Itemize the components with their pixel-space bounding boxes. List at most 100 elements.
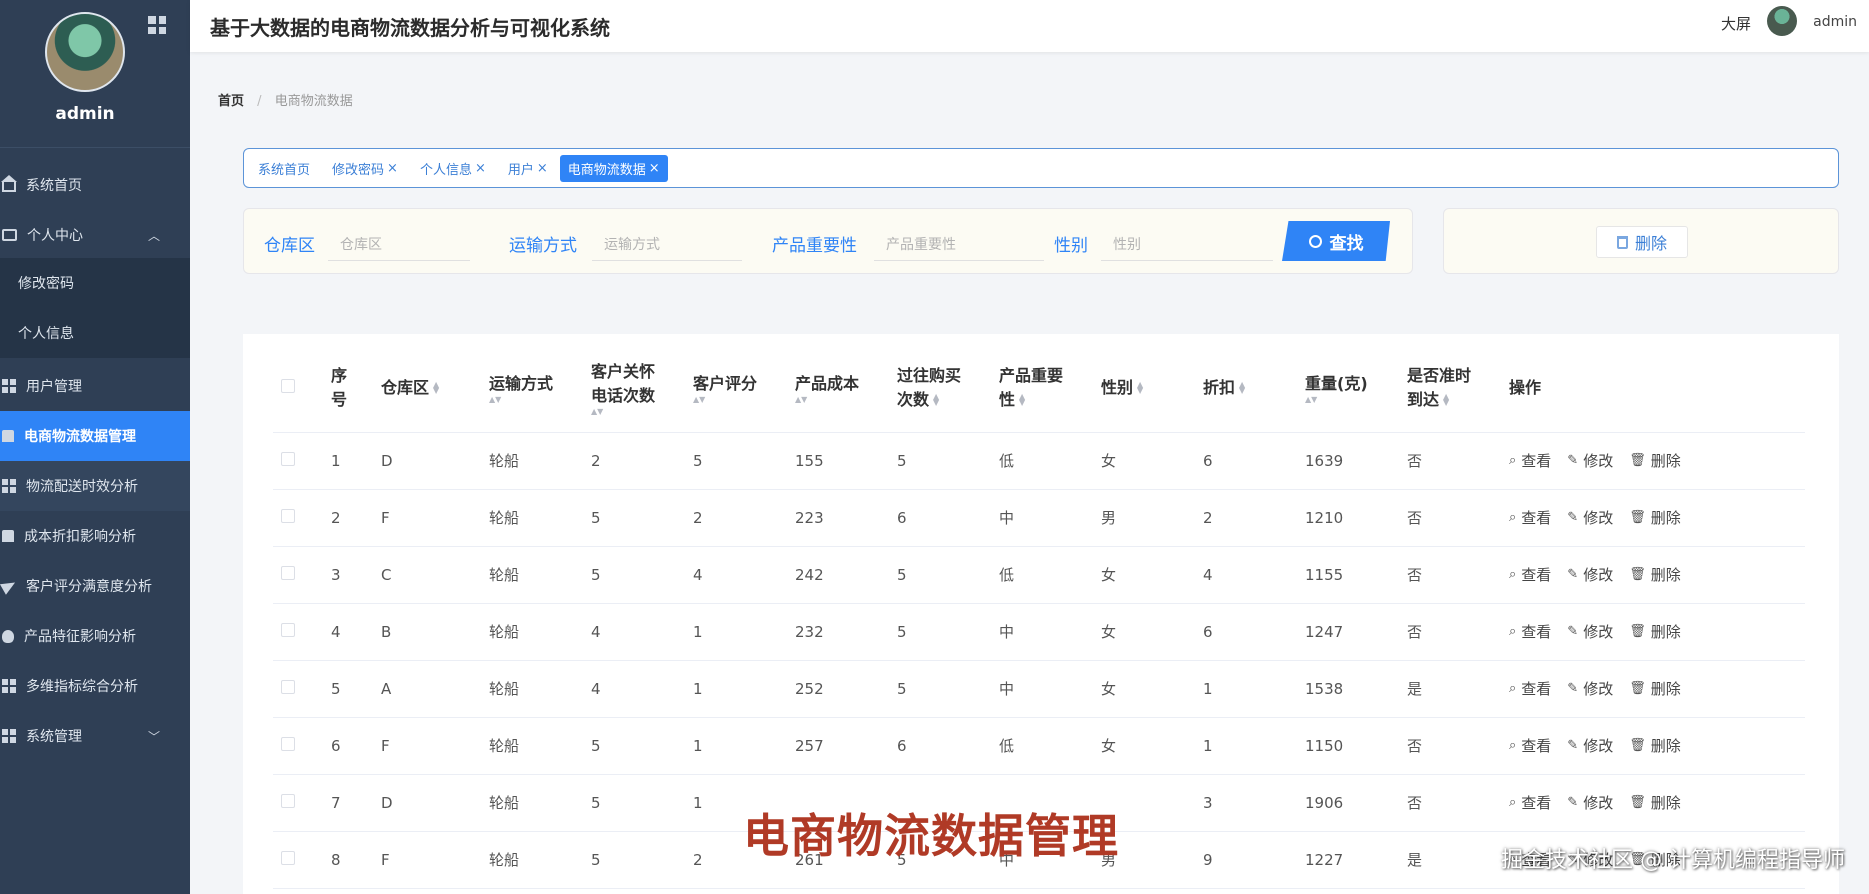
sidebar-item-multi-metrics[interactable]: 多维指标综合分析 [0,661,190,711]
delete-button[interactable]: 🗑 删除 [1629,564,1681,585]
col-discount[interactable]: 折扣 ▲ ▼ [1195,344,1297,433]
table-cell: 5 [583,546,685,604]
edit-button[interactable]: ✎ 修改 [1567,735,1613,756]
view-button[interactable]: ⌕ 查看 [1509,678,1551,699]
sidebar-item-users[interactable]: 用户管理 [0,361,190,411]
sidebar-item-delivery-timeliness[interactable]: 物流配送时效分析 [0,461,190,511]
edit-button[interactable]: ✎ 修改 [1567,792,1613,813]
select-all-header [273,344,323,433]
edit-button[interactable]: ✎ 修改 [1567,507,1613,528]
view-button[interactable]: ⌕ 查看 [1509,450,1551,471]
warehouse-label: 仓库区 [264,236,315,256]
sort-icon[interactable]: ▲▼ [1019,393,1025,407]
table-cell: 1247 [1297,603,1399,661]
col-warehouse[interactable]: 仓库区 ▲ ▼ [373,344,481,433]
close-icon[interactable]: × [387,161,398,176]
sort-icon[interactable]: ▲▼ [1305,395,1391,404]
row-checkbox[interactable] [281,679,295,694]
close-icon[interactable]: × [475,161,486,176]
tag-logistics-data[interactable]: 电商物流数据 × [559,154,668,182]
avatar[interactable] [45,12,125,92]
video-caption: 电商物流数据管理 [743,809,1119,863]
op-label: 查看 [1521,452,1552,470]
sidebar-item-product-features[interactable]: 产品特征影响分析 [0,611,190,661]
sort-icon[interactable]: ▲▼ [1239,381,1245,395]
close-icon[interactable]: × [649,161,660,176]
delete-button[interactable]: 🗑 删除 [1629,792,1681,813]
shipment-input[interactable] [592,229,742,261]
breadcrumb-home[interactable]: 首页 [218,94,244,109]
select-all-checkbox[interactable] [281,378,295,393]
delete-button[interactable]: 🗑 删除 [1629,621,1681,642]
edit-button[interactable]: ✎ 修改 [1567,621,1613,642]
sort-icon[interactable]: ▲▼ [1137,381,1143,395]
col-on-time[interactable]: 是否准时 到达 ▲ ▼ [1399,344,1501,433]
search-button-label: 查找 [1329,233,1364,253]
row-checkbox[interactable] [281,850,295,865]
sort-icon[interactable]: ▲▼ [489,395,575,404]
header-username[interactable]: admin [1813,14,1857,30]
col-shipment[interactable]: 运输方式 ▲▼ [481,344,583,433]
row-checkbox[interactable] [281,508,295,523]
search-icon: ⌕ [1509,567,1517,582]
edit-button[interactable]: ✎ 修改 [1567,564,1613,585]
delete-button[interactable]: 🗑 删除 [1629,507,1681,528]
col-cost[interactable]: 产品成本 ▲▼ [787,344,889,433]
sidebar-item-label: 修改密码 [18,276,74,292]
view-button[interactable]: ⌕ 查看 [1509,735,1551,756]
view-button[interactable]: ⌕ 查看 [1509,621,1551,642]
sidebar-item-home[interactable]: 系统首页 [0,160,190,210]
view-button[interactable]: ⌕ 查看 [1509,792,1551,813]
col-weight[interactable]: 重量(克) ▲▼ [1297,344,1399,433]
importance-input[interactable] [874,229,1044,261]
row-checkbox[interactable] [281,736,295,751]
col-purchases[interactable]: 过往购买 次数 ▲ ▼ [889,344,991,433]
tag-home[interactable]: 系统首页 [258,159,310,178]
sidebar-item-personal-info[interactable]: 个人信息 [0,308,190,358]
header-avatar[interactable] [1767,6,1797,36]
table-cell: 女 [1093,432,1195,490]
search-button[interactable]: 查找 [1282,221,1390,261]
sidebar-item-logistics-data[interactable]: 电商物流数据管理 [0,411,190,461]
col-rating[interactable]: 客户评分 ▲▼ [685,344,787,433]
delete-button[interactable]: 🗑 删除 [1629,450,1681,471]
row-checkbox[interactable] [281,793,295,808]
sidebar-item-system-management[interactable]: 系统管理 ﹀ [0,711,190,761]
table-cell: 5 [889,546,991,604]
header-text: 客户评分 [693,373,758,393]
tag-change-password[interactable]: 修改密码 × [332,159,398,178]
view-button[interactable]: ⌕ 查看 [1509,564,1551,585]
sidebar-item-customer-rating[interactable]: 客户评分满意度分析 [0,561,190,611]
col-importance[interactable]: 产品重要性 ▲ ▼ [991,344,1093,433]
sidebar-item-label: 客户评分满意度分析 [26,579,152,595]
table-cell: 5 [583,489,685,547]
col-gender[interactable]: 性别 ▲ ▼ [1093,344,1195,433]
close-icon[interactable]: × [537,161,548,176]
sidebar-item-cost-discount[interactable]: 成本折扣影响分析 [0,511,190,561]
tag-users[interactable]: 用户 × [508,159,548,178]
sort-icon[interactable]: ▲▼ [795,395,881,404]
edit-button[interactable]: ✎ 修改 [1567,450,1613,471]
sort-icon[interactable]: ▲▼ [933,393,939,407]
sort-icon[interactable]: ▲▼ [591,407,677,416]
table-cell: 1 [323,432,373,490]
bulk-delete-button[interactable]: 删除 [1596,226,1688,258]
row-checkbox[interactable] [281,565,295,580]
sort-icon[interactable]: ▲▼ [693,395,779,404]
edit-button[interactable]: ✎ 修改 [1567,678,1613,699]
row-checkbox[interactable] [281,622,295,637]
view-button[interactable]: ⌕ 查看 [1509,507,1551,528]
sort-icon[interactable]: ▲▼ [1443,393,1449,407]
sidebar-item-change-password[interactable]: 修改密码 [0,258,190,308]
row-checkbox[interactable] [281,451,295,466]
delete-button[interactable]: 🗑 删除 [1629,735,1681,756]
menu-toggle-icon[interactable] [148,16,166,34]
col-care-calls[interactable]: 客户关怀 电话次数 ▲▼ [583,344,685,433]
delete-button[interactable]: 🗑 删除 [1629,678,1681,699]
big-screen-link[interactable]: 大屏 [1721,13,1751,34]
sort-icon[interactable]: ▲▼ [433,381,439,395]
tag-personal-info[interactable]: 个人信息 × [420,159,486,178]
sidebar-item-personal-center[interactable]: 个人中心 ︿ [0,210,190,260]
gender-input[interactable] [1101,229,1273,261]
warehouse-input[interactable] [328,229,470,261]
